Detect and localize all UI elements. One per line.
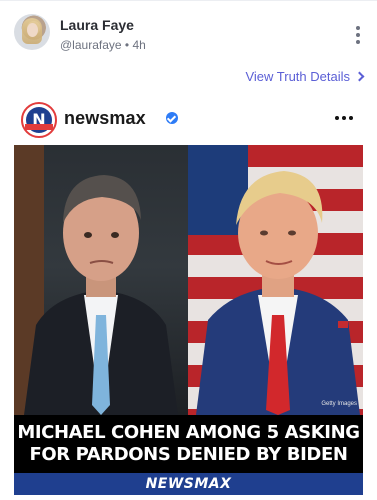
newsmax-logo-band bbox=[25, 124, 53, 130]
newsmax-logo[interactable]: N bbox=[21, 102, 57, 138]
embedded-card-header: N newsmax bbox=[14, 96, 363, 144]
headline-banner: MICHAEL COHEN AMONG 5 ASKING FOR PARDONS… bbox=[14, 415, 363, 473]
photo-credit: Getty Images bbox=[321, 401, 357, 407]
post-header: Laura Faye @laurafaye • 4h bbox=[14, 14, 363, 54]
post-image[interactable]: Getty Images MICHAEL COHEN AMONG 5 ASKIN… bbox=[14, 145, 363, 495]
dot-icon bbox=[356, 33, 360, 37]
avatar[interactable] bbox=[14, 14, 50, 50]
view-truth-details-link[interactable]: View Truth Details bbox=[245, 69, 365, 84]
verified-badge-icon bbox=[166, 112, 178, 124]
chevron-right-icon bbox=[354, 71, 365, 82]
author-name[interactable]: Laura Faye bbox=[60, 17, 146, 34]
dot-icon bbox=[356, 40, 360, 44]
dot-icon bbox=[349, 116, 353, 120]
headline-line-1: MICHAEL COHEN AMONG 5 ASKING bbox=[17, 422, 360, 443]
man-left-figure bbox=[24, 175, 178, 415]
author-meta: @laurafaye • 4h bbox=[60, 37, 146, 53]
dot-icon bbox=[335, 116, 339, 120]
dot-icon bbox=[356, 26, 360, 30]
headline-line-2: FOR PARDONS DENIED BY BIDEN bbox=[29, 444, 348, 465]
author-block: Laura Faye @laurafaye • 4h bbox=[60, 17, 146, 53]
publisher-name[interactable]: newsmax bbox=[64, 108, 146, 129]
top-divider bbox=[0, 0, 377, 1]
view-details-label: View Truth Details bbox=[245, 69, 350, 84]
avatar-face bbox=[27, 23, 38, 37]
post-time: 4h bbox=[132, 38, 146, 52]
man-right-figure bbox=[196, 171, 360, 415]
newsmax-brand-bar: NEWSMAX bbox=[14, 473, 363, 495]
photo-left bbox=[14, 145, 188, 415]
post-more-icon[interactable] bbox=[355, 26, 361, 44]
brand-label: NEWSMAX bbox=[145, 476, 232, 492]
dot-icon bbox=[342, 116, 346, 120]
author-handle[interactable]: @laurafaye bbox=[60, 38, 122, 52]
photo-right: Getty Images bbox=[188, 145, 363, 415]
card-more-icon[interactable] bbox=[335, 116, 353, 120]
